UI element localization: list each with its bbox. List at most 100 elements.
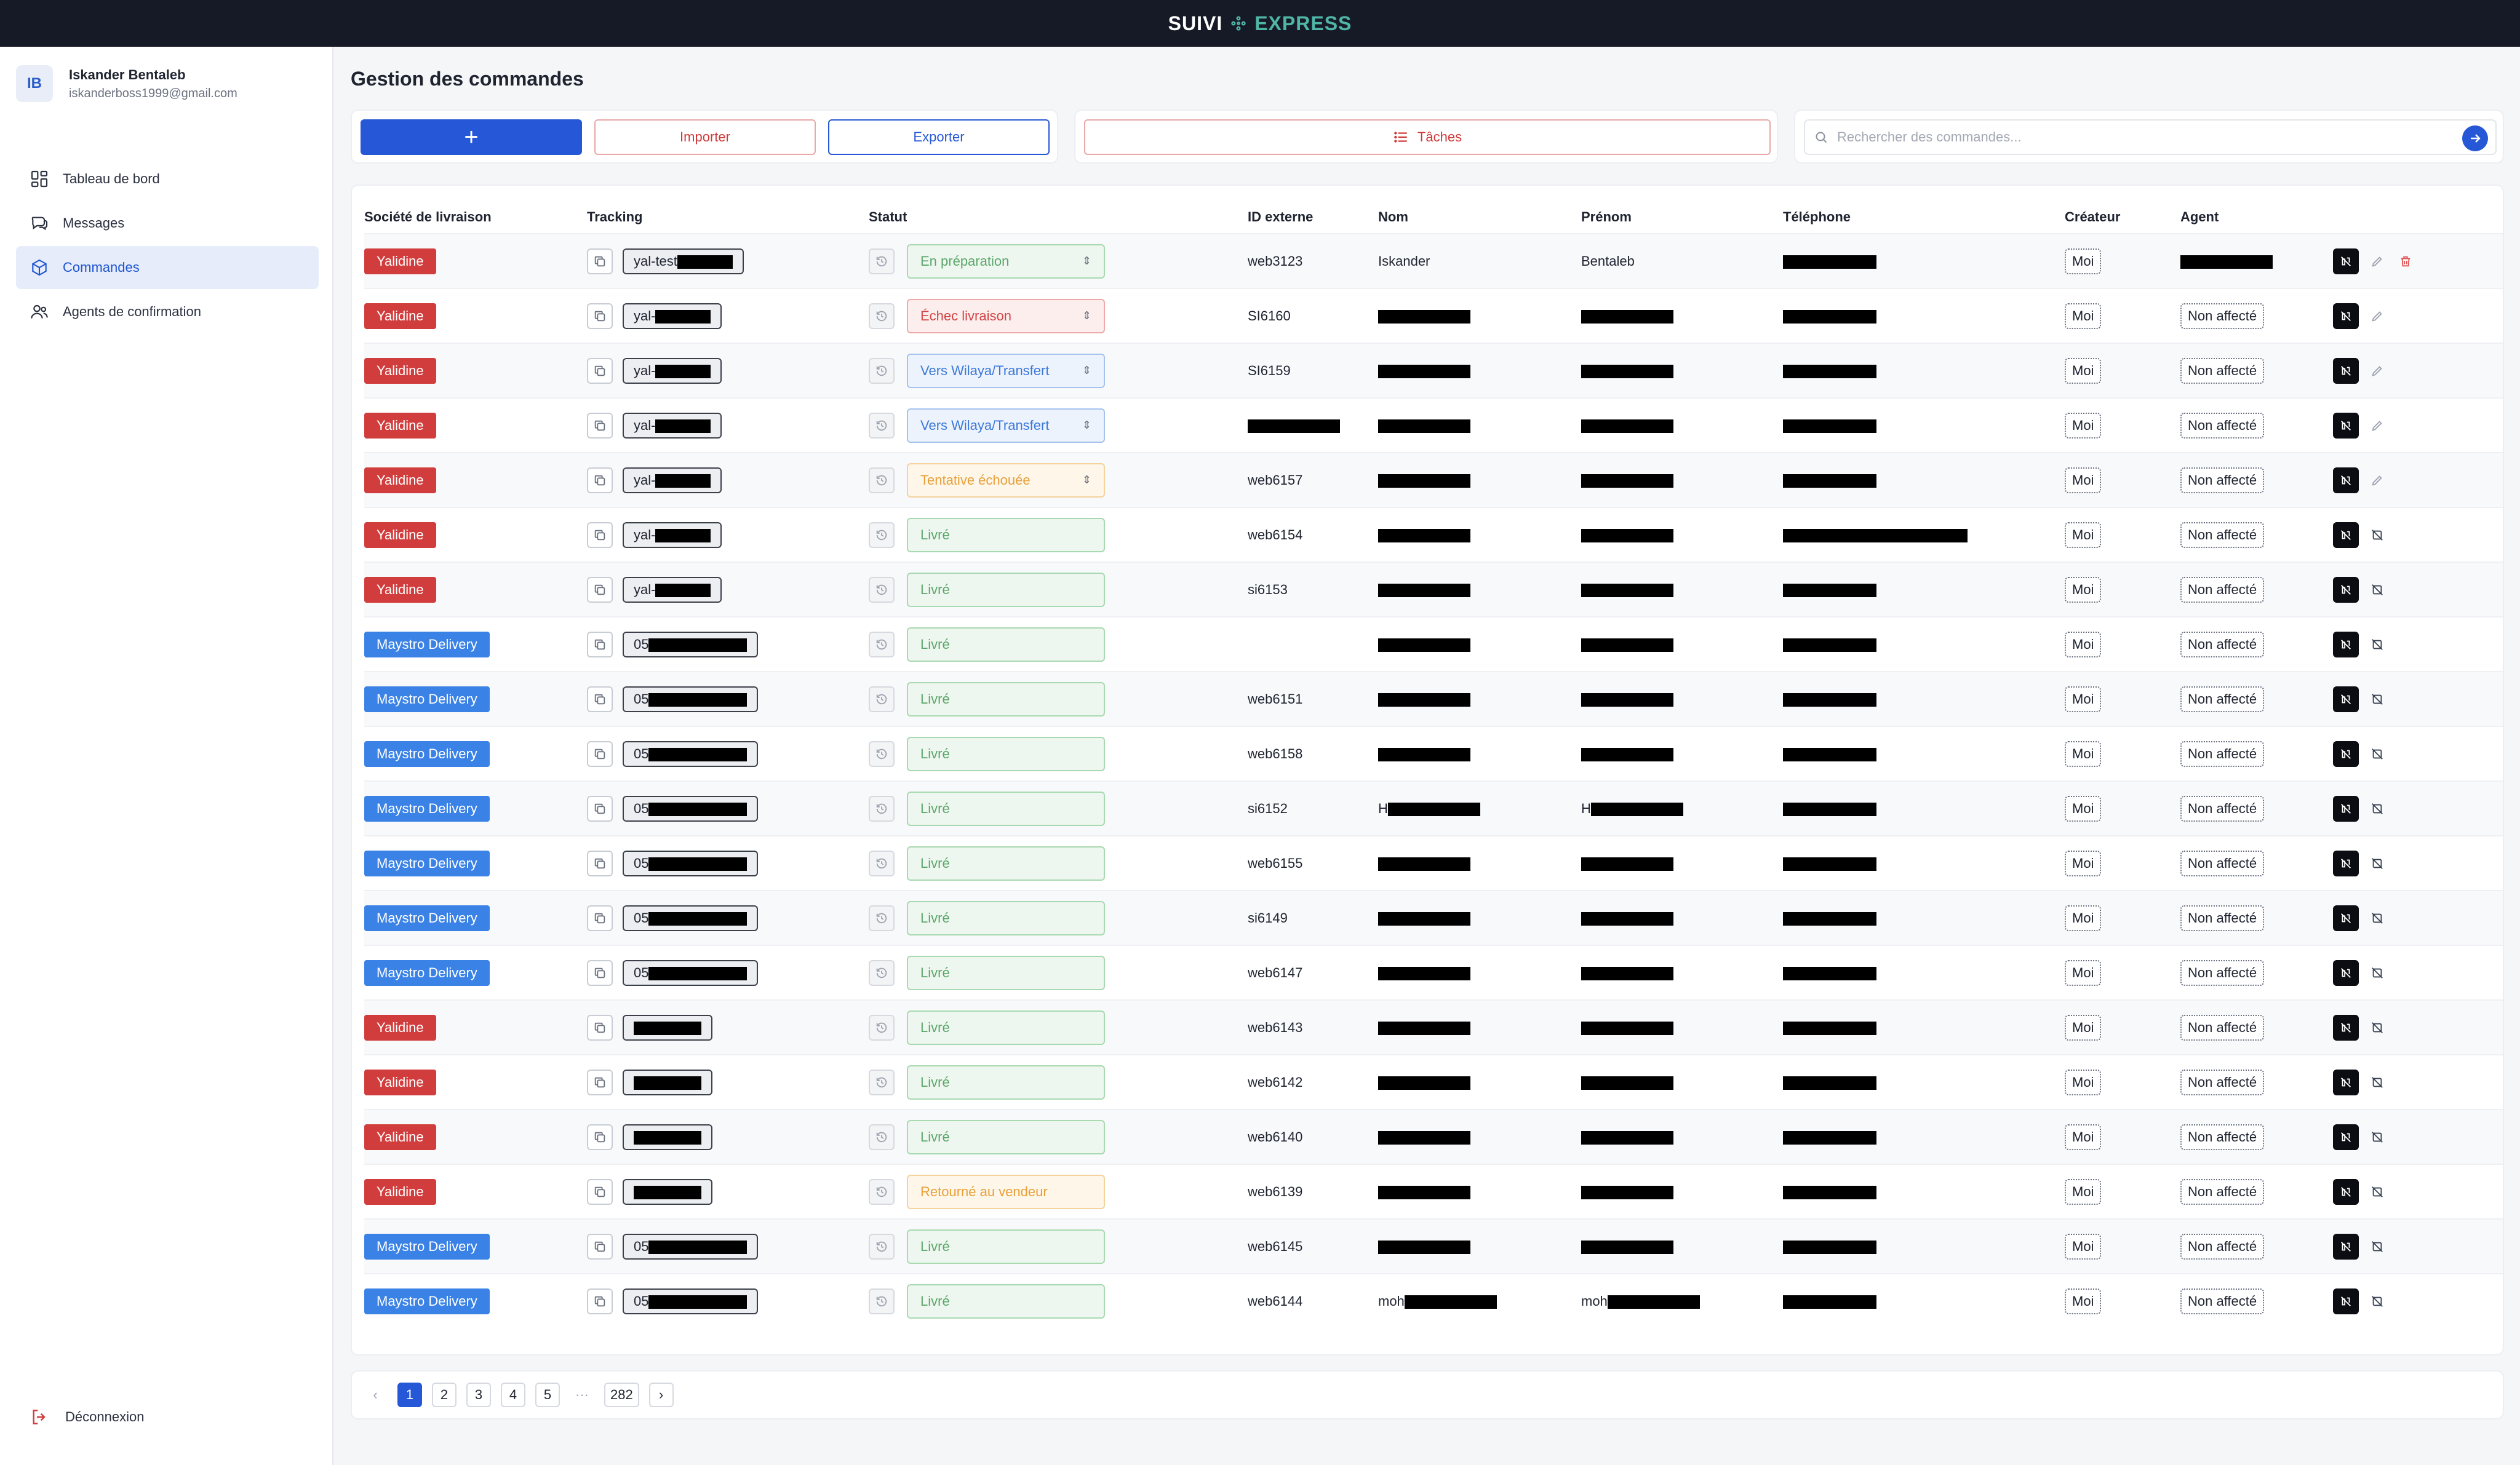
status-history-button[interactable] [869, 522, 895, 548]
status-select[interactable]: Vers Wilaya/Transfert ⇕ [907, 408, 1105, 443]
page-button-3[interactable]: 3 [466, 1383, 491, 1407]
copy-tracking-button[interactable] [587, 1233, 613, 1260]
copy-tracking-button[interactable] [587, 357, 613, 384]
toggle-confirm-button[interactable] [2333, 1288, 2359, 1314]
copy-tracking-button[interactable] [587, 1014, 613, 1041]
cancel-order-button[interactable] [2367, 963, 2387, 983]
status-history-button[interactable] [869, 248, 895, 274]
agent-select[interactable]: Non affecté [2180, 795, 2265, 822]
status-history-button[interactable] [869, 631, 895, 657]
tracking-code[interactable]: 05 [623, 959, 759, 986]
status-select[interactable]: Retourné au vendeur [907, 1174, 1105, 1209]
tracking-code[interactable]: 05 [623, 740, 759, 767]
status-history-button[interactable] [869, 303, 895, 329]
tracking-code[interactable]: 05 [623, 631, 759, 657]
next-page-button[interactable]: › [648, 1383, 674, 1407]
cancel-order-button[interactable] [2367, 908, 2387, 928]
status-select[interactable]: Livré [907, 736, 1105, 771]
tracking-code[interactable]: 05 [623, 905, 759, 931]
agent-select[interactable]: Non affecté [2180, 412, 2265, 439]
toggle-confirm-button[interactable] [2333, 850, 2359, 876]
sidebar-item-agents[interactable]: Agents de confirmation [16, 290, 319, 333]
agent-select[interactable]: Non affecté [2180, 850, 2265, 876]
table-row[interactable]: Yalidine yal- Livré web6154 Moi Non affecté [364, 507, 2503, 562]
agent-select[interactable]: Non affecté [2180, 1124, 2265, 1150]
agent-select[interactable]: Non affecté [2180, 576, 2265, 603]
agent-select[interactable]: Non affecté [2180, 905, 2265, 931]
agent-select[interactable]: Non affecté [2180, 1014, 2265, 1041]
status-history-button[interactable] [869, 1069, 895, 1095]
agent-select[interactable]: Non affecté [2180, 303, 2265, 329]
copy-tracking-button[interactable] [587, 467, 613, 493]
status-select[interactable]: Livré [907, 627, 1105, 662]
agent-select[interactable]: Non affecté [2180, 357, 2265, 384]
status-select[interactable]: Livré [907, 681, 1105, 717]
tracking-code[interactable]: 05 [623, 1288, 759, 1314]
search-input[interactable] [1837, 129, 2415, 145]
status-history-button[interactable] [869, 905, 895, 931]
copy-tracking-button[interactable] [587, 522, 613, 548]
table-row[interactable]: Yalidine Retourné au vendeur web6139 Moi Non… [364, 1164, 2503, 1219]
toggle-confirm-button[interactable] [2333, 1178, 2359, 1205]
toggle-confirm-button[interactable] [2333, 248, 2359, 274]
table-row[interactable]: Yalidine yal- Vers Wilaya/Transfert ⇕ SI6159… [364, 343, 2503, 398]
tracking-code[interactable]: yal- [623, 357, 722, 384]
sidebar-item-commandes[interactable]: Commandes [16, 246, 319, 289]
cancel-order-button[interactable] [2367, 580, 2387, 600]
status-history-button[interactable] [869, 740, 895, 767]
tracking-code[interactable]: 05 [623, 686, 759, 712]
status-select[interactable]: Livré [907, 955, 1105, 990]
copy-tracking-button[interactable] [587, 740, 613, 767]
status-select[interactable]: Livré [907, 1119, 1105, 1154]
table-row[interactable]: Yalidine Livré web6140 Moi Non affecté [364, 1109, 2503, 1164]
cancel-order-button[interactable] [2367, 635, 2387, 654]
search-submit-button[interactable] [2462, 125, 2488, 151]
tracking-code[interactable] [623, 1178, 712, 1205]
tracking-code[interactable]: yal-test [623, 248, 744, 274]
page-button-5[interactable]: 5 [535, 1383, 560, 1407]
table-row[interactable]: Yalidine Livré web6143 Moi Non affecté [364, 999, 2503, 1055]
toggle-confirm-button[interactable] [2333, 522, 2359, 548]
status-history-button[interactable] [869, 1178, 895, 1205]
copy-tracking-button[interactable] [587, 905, 613, 931]
toggle-confirm-button[interactable] [2333, 357, 2359, 384]
table-row[interactable]: Yalidine yal- Vers Wilaya/Transfert ⇕ Moi Non… [364, 397, 2503, 453]
status-history-button[interactable] [869, 795, 895, 822]
agent-select[interactable]: Non affecté [2180, 1233, 2265, 1260]
agent-select[interactable]: Non affecté [2180, 1069, 2265, 1095]
table-row[interactable]: Maystro Delivery 05 Livré si6149 Moi Non affe… [364, 890, 2503, 945]
agent-select[interactable]: Non affecté [2180, 1288, 2265, 1314]
copy-tracking-button[interactable] [587, 850, 613, 876]
table-row[interactable]: Yalidine yal- Tentative échouée ⇕ web6157 Moi… [364, 452, 2503, 507]
cancel-order-button[interactable] [2367, 525, 2387, 545]
status-select[interactable]: Échec livraison ⇕ [907, 298, 1105, 333]
tracking-code[interactable] [623, 1124, 712, 1150]
copy-tracking-button[interactable] [587, 1288, 613, 1314]
table-row[interactable]: Yalidine Livré web6142 Moi Non affecté [364, 1054, 2503, 1110]
table-row[interactable]: Yalidine yal- Livré si6153 Moi Non affecté [364, 562, 2503, 617]
agent-select[interactable]: Non affecté [2180, 740, 2265, 767]
add-order-button[interactable]: + [361, 119, 582, 155]
status-history-button[interactable] [869, 1014, 895, 1041]
tasks-button[interactable]: Tâches [1084, 119, 1771, 155]
status-history-button[interactable] [869, 357, 895, 384]
table-row[interactable]: Maystro Delivery 05 Livré web6147 Moi Non aff… [364, 945, 2503, 1000]
status-select[interactable]: Livré [907, 900, 1105, 935]
tracking-code[interactable] [623, 1014, 712, 1041]
copy-tracking-button[interactable] [587, 1124, 613, 1150]
toggle-confirm-button[interactable] [2333, 740, 2359, 767]
copy-tracking-button[interactable] [587, 795, 613, 822]
cancel-order-button[interactable] [2367, 1073, 2387, 1092]
edit-button[interactable] [2367, 306, 2387, 326]
table-row[interactable]: Maystro Delivery 05 Livré web6155 Moi Non aff… [364, 835, 2503, 891]
status-select[interactable]: Livré [907, 1010, 1105, 1045]
cancel-order-button[interactable] [2367, 689, 2387, 709]
tracking-code[interactable]: yal- [623, 522, 722, 548]
edit-button[interactable] [2367, 416, 2387, 435]
status-select[interactable]: Livré [907, 1065, 1105, 1100]
cancel-order-button[interactable] [2367, 1018, 2387, 1038]
table-row[interactable]: Yalidine yal- Échec livraison ⇕ SI6160 Moi Non… [364, 288, 2503, 343]
delete-button[interactable] [2396, 252, 2415, 271]
status-history-button[interactable] [869, 1288, 895, 1314]
cancel-order-button[interactable] [2367, 799, 2387, 819]
